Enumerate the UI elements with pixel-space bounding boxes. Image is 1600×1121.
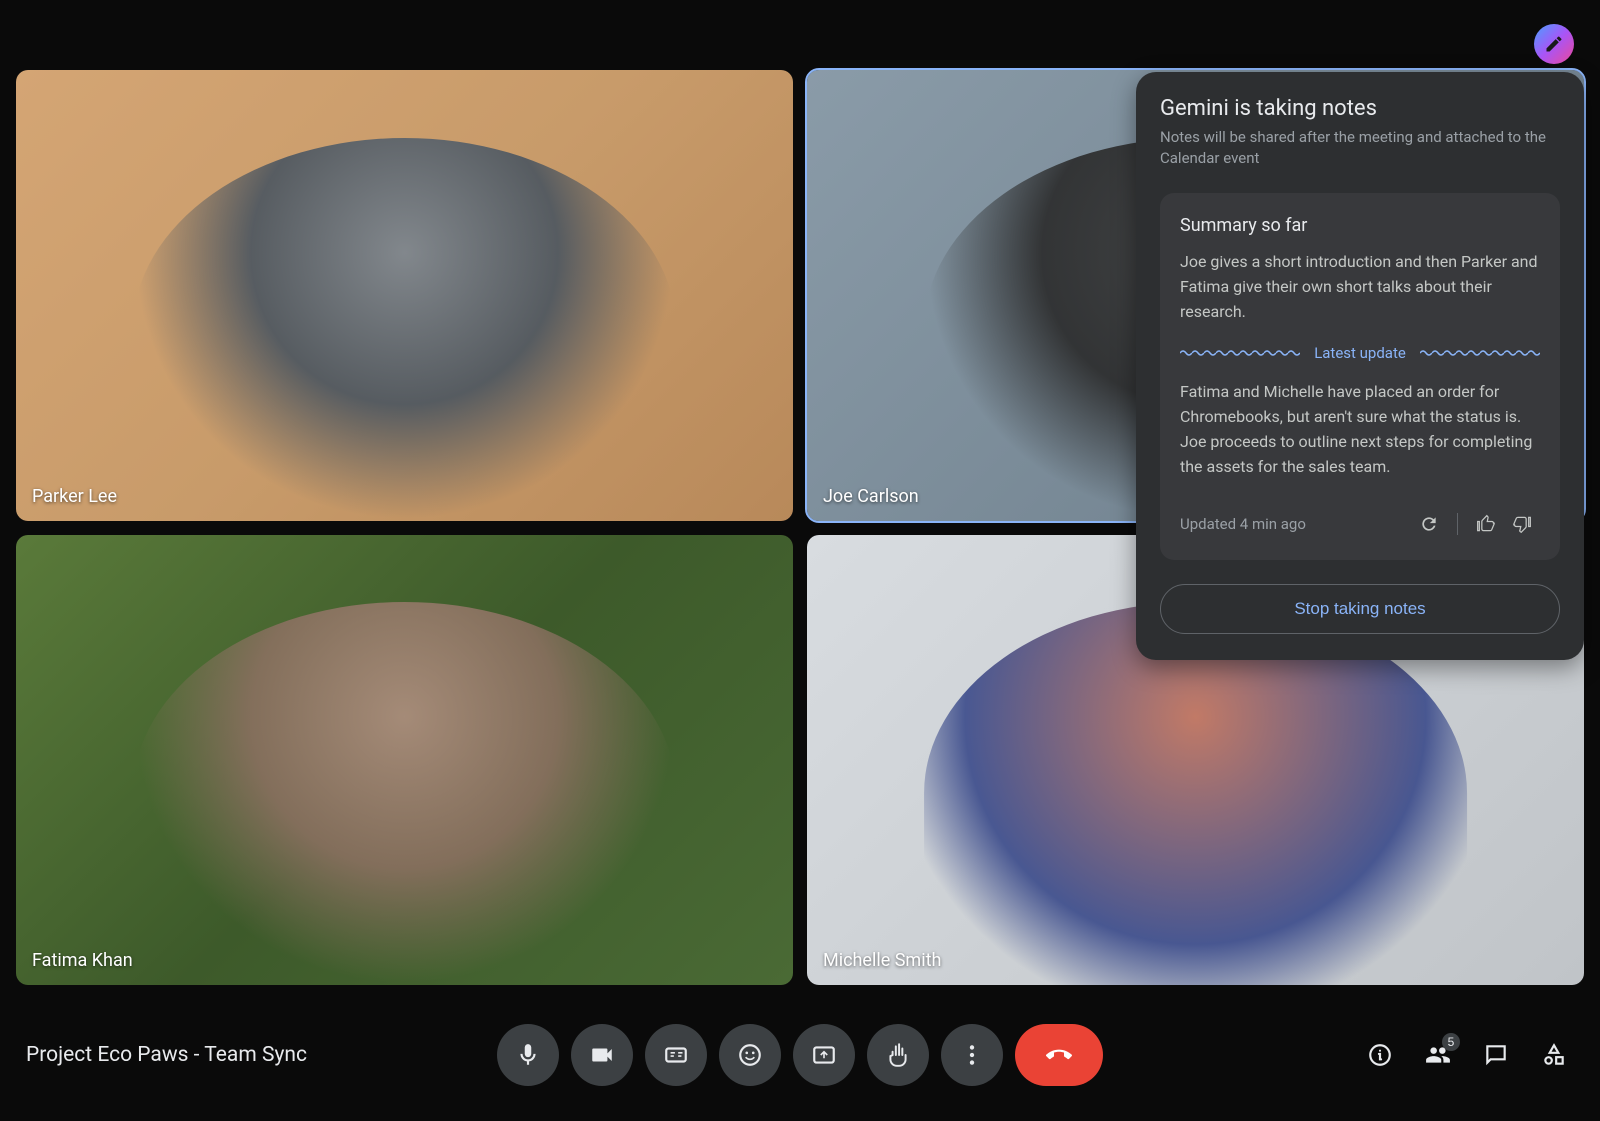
chat-icon (1483, 1042, 1509, 1068)
pencil-sparkle-icon (1544, 34, 1564, 54)
raise-hand-button[interactable] (867, 1024, 929, 1086)
participant-name: Parker Lee (32, 486, 117, 507)
video-tile-fatima[interactable]: Fatima Khan (16, 535, 793, 986)
more-options-button[interactable] (941, 1024, 1003, 1086)
call-controls (497, 1024, 1103, 1086)
refresh-icon (1419, 514, 1439, 534)
meeting-info-button[interactable] (1360, 1035, 1400, 1075)
more-vertical-icon (959, 1042, 985, 1068)
latest-update-text: Fatima and Michelle have placed an order… (1180, 380, 1540, 479)
captions-button[interactable] (645, 1024, 707, 1086)
video-tile-parker[interactable]: Parker Lee (16, 70, 793, 521)
end-call-button[interactable] (1015, 1024, 1103, 1086)
reactions-button[interactable] (719, 1024, 781, 1086)
bottom-bar: Project Eco Paws - Team Sync (0, 1025, 1600, 1085)
hangup-icon (1046, 1042, 1072, 1068)
participant-name: Fatima Khan (32, 950, 133, 971)
participant-name: Michelle Smith (823, 950, 941, 971)
gemini-fab[interactable] (1534, 24, 1574, 64)
summary-heading: Summary so far (1180, 215, 1540, 236)
present-icon (811, 1042, 837, 1068)
gemini-panel-subtitle: Notes will be shared after the meeting a… (1160, 127, 1560, 169)
chat-button[interactable] (1476, 1035, 1516, 1075)
gemini-notes-panel: Gemini is taking notes Notes will be sha… (1136, 72, 1584, 660)
latest-update-divider: Latest update (1180, 344, 1540, 362)
updated-timestamp: Updated 4 min ago (1180, 515, 1411, 533)
camera-icon (589, 1042, 615, 1068)
latest-update-label: Latest update (1314, 344, 1406, 362)
emoji-icon (737, 1042, 763, 1068)
thumbs-up-icon (1476, 514, 1496, 534)
summary-intro-text: Joe gives a short introduction and then … (1180, 250, 1540, 324)
thumbs-down-button[interactable] (1504, 506, 1540, 542)
meeting-title: Project Eco Paws - Team Sync (26, 1043, 307, 1067)
gemini-panel-title: Gemini is taking notes (1160, 96, 1560, 121)
microphone-icon (515, 1042, 541, 1068)
hand-icon (885, 1042, 911, 1068)
participant-count-badge: 5 (1442, 1033, 1460, 1051)
stop-taking-notes-button[interactable]: Stop taking notes (1160, 584, 1560, 634)
present-screen-button[interactable] (793, 1024, 855, 1086)
people-button[interactable]: 5 (1418, 1035, 1458, 1075)
camera-button[interactable] (571, 1024, 633, 1086)
microphone-button[interactable] (497, 1024, 559, 1086)
shapes-icon (1541, 1042, 1567, 1068)
participant-name: Joe Carlson (823, 486, 919, 507)
summary-card: Summary so far Joe gives a short introdu… (1160, 193, 1560, 560)
refresh-button[interactable] (1411, 506, 1447, 542)
thumbs-up-button[interactable] (1468, 506, 1504, 542)
captions-icon (663, 1042, 689, 1068)
info-icon (1367, 1042, 1393, 1068)
activities-button[interactable] (1534, 1035, 1574, 1075)
thumbs-down-icon (1512, 514, 1532, 534)
